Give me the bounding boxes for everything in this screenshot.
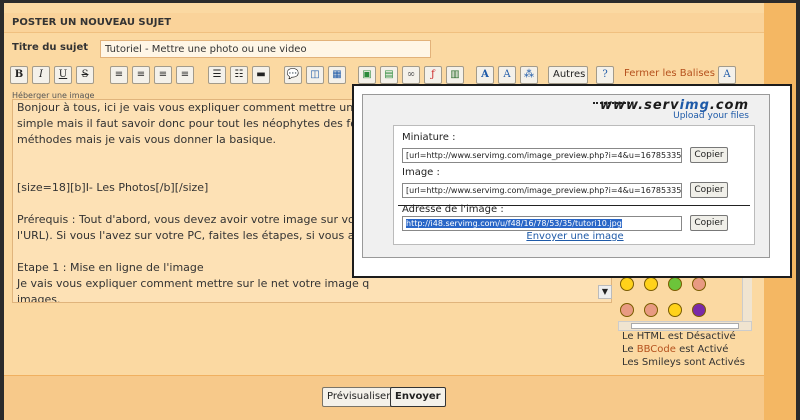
form-heading: POSTER UN NOUVEAU SUJET [4, 13, 764, 33]
strike-button[interactable]: S [76, 66, 94, 84]
smileys-hscrollbar[interactable] [618, 321, 752, 331]
autres-button[interactable]: Autres [548, 66, 588, 84]
host-image-button[interactable]: ▤ [380, 66, 398, 84]
servimg-result-box: Miniature : [url=http://www.servimg.com/… [393, 125, 755, 245]
copy-miniature-button[interactable]: Copier [690, 147, 728, 163]
numbered-list-button[interactable]: ☷ [230, 66, 248, 84]
align-left-icon: ≡ [114, 69, 124, 80]
smiley-pig-icon[interactable] [692, 277, 706, 291]
underline-button[interactable]: U [54, 66, 72, 84]
bullet-list-button[interactable]: ☰ [208, 66, 226, 84]
table-icon: ▦ [332, 69, 342, 80]
align-center-icon: ≡ [136, 69, 146, 80]
servimg-popup: www.servimg.com Upload your files Miniat… [352, 84, 792, 278]
status-html-prefix: Le HTML est [622, 331, 687, 342]
bullet-list-icon: ☰ [212, 69, 222, 80]
numbered-list-icon: ☷ [234, 69, 244, 80]
quote-button[interactable]: 💬 [284, 66, 302, 84]
align-center-button[interactable]: ≡ [132, 66, 150, 84]
font-color-button[interactable]: A [476, 66, 494, 84]
smiley-smile-icon[interactable] [668, 303, 682, 317]
special-chars-button[interactable]: ⁂ [520, 66, 538, 84]
miniature-value: [url=http://www.servimg.com/image_previe… [406, 151, 682, 160]
fermer-balises-link[interactable]: Fermer les Balises [624, 68, 715, 79]
film-icon: ▥ [450, 69, 460, 80]
align-right-button[interactable]: ≡ [154, 66, 172, 84]
horizontal-rule-button[interactable]: ▬ [252, 66, 270, 84]
italic-button[interactable]: I [32, 66, 50, 84]
font-size-button[interactable]: A [498, 66, 516, 84]
special-chars-icon: ⁂ [524, 69, 534, 80]
window-frame-right [796, 0, 800, 420]
smiley-pig2-icon[interactable] [644, 303, 658, 317]
image-value: [url=http://www.servimg.com/image_previe… [406, 186, 682, 195]
send-button[interactable]: Envoyer [390, 387, 446, 407]
smiley-grin-icon[interactable] [620, 277, 634, 291]
host-image-icon: ▤ [384, 69, 394, 80]
smileys-scrollbar[interactable] [742, 273, 752, 323]
status-bbcode-prefix: Le [622, 344, 637, 355]
servimg-popup-body: www.servimg.com Upload your files Miniat… [362, 94, 770, 258]
address-field[interactable]: http://i48.servimg.com/u/f48/16/78/53/35… [402, 216, 682, 231]
address-value: http://i48.servimg.com/u/f48/16/78/53/35… [406, 219, 622, 228]
remove-format-icon: A [723, 69, 731, 80]
justify-button[interactable]: ≡ [176, 66, 194, 84]
image-label: Image : [402, 167, 440, 178]
horizontal-rule-icon: ▬ [256, 69, 266, 80]
insert-image-button[interactable]: ▣ [358, 66, 376, 84]
code-button[interactable]: ◫ [306, 66, 324, 84]
subject-label: Titre du sujet [12, 42, 89, 53]
status-html: Le HTML est Désactivé [622, 331, 736, 342]
flash-icon: ƒ [431, 69, 435, 80]
smiley-sad-icon[interactable] [644, 277, 658, 291]
status-smileys: Les Smileys sont Activés [622, 357, 745, 368]
smiley-sick-icon[interactable] [668, 277, 682, 291]
image-icon: ▣ [362, 69, 372, 80]
send-image-link[interactable]: Envoyer une image [394, 231, 756, 242]
link-icon: ∞ [406, 69, 416, 80]
speech-bubble-icon: 💬 [286, 69, 300, 80]
copy-image-button[interactable]: Copier [690, 182, 728, 198]
copy-address-button[interactable]: Copier [690, 215, 728, 231]
flash-button[interactable]: ƒ [424, 66, 442, 84]
miniature-label: Miniature : [402, 132, 456, 143]
servimg-logo: www.servimg.com Upload your files [600, 98, 749, 121]
preview-button[interactable]: Prévisualiser [322, 387, 396, 407]
smileys-panel [618, 273, 742, 327]
align-right-icon: ≡ [158, 69, 168, 80]
hscroll-thumb[interactable] [631, 323, 739, 329]
editor-line: images. [17, 293, 61, 303]
editor-line: Je vais vous expliquer comment mettre su… [17, 277, 370, 290]
video-button[interactable]: ▥ [446, 66, 464, 84]
smiley-confused-icon[interactable] [692, 303, 706, 317]
help-icon: ? [602, 69, 608, 80]
link-button[interactable]: ∞ [402, 66, 420, 84]
bbcode-link[interactable]: BBCode [637, 344, 676, 355]
help-button[interactable]: ? [596, 66, 614, 84]
address-label: Adresse de l'image : [402, 204, 504, 215]
justify-icon: ≡ [180, 69, 190, 80]
align-left-button[interactable]: ≡ [110, 66, 128, 84]
status-bbcode-suffix: est Activé [675, 344, 729, 355]
code-icon: ◫ [310, 69, 320, 80]
status-html-value: Désactivé [686, 331, 736, 342]
smiley-angry-icon[interactable] [620, 303, 634, 317]
remove-format-button[interactable]: A [718, 66, 736, 84]
subject-input[interactable] [100, 40, 431, 58]
image-field[interactable]: [url=http://www.servimg.com/image_previe… [402, 183, 682, 198]
bold-button[interactable]: B [10, 66, 28, 84]
status-bbcode: Le BBCode est Activé [622, 344, 728, 355]
font-color-icon: A [481, 69, 489, 80]
arrow-down-icon: ▼ [601, 287, 609, 296]
miniature-field[interactable]: [url=http://www.servimg.com/image_previe… [402, 148, 682, 163]
table-button[interactable]: ▦ [328, 66, 346, 84]
font-size-icon: A [503, 69, 511, 80]
editor-scroll-down[interactable]: ▼ [598, 285, 612, 299]
